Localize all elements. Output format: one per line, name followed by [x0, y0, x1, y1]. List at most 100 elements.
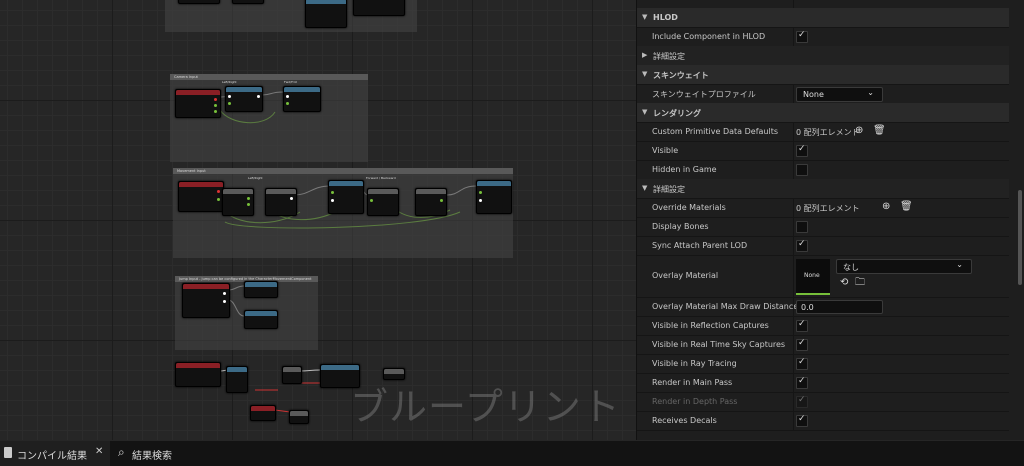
event-node[interactable] — [178, 181, 224, 212]
left-right-label: Left/Right — [222, 80, 237, 84]
trash-icon[interactable]: 🗑 — [900, 202, 913, 212]
bottom-tab-bar: コンパイル結果 ✕ ⌕ 結果検索 — [0, 440, 1024, 466]
add-element-icon[interactable]: ⊕ — [855, 126, 863, 136]
function-node[interactable] — [283, 86, 321, 112]
collapse-arrow-icon[interactable]: ▼ — [642, 13, 647, 21]
section-title: レンダリング — [653, 109, 701, 118]
collapse-arrow-icon[interactable]: ▼ — [642, 70, 647, 78]
visible-in-real-time-sky-captures-checkbox[interactable] — [796, 338, 808, 351]
function-node[interactable] — [367, 188, 399, 216]
prop-label: Visible in Ray Tracing — [652, 359, 737, 368]
add-element-icon[interactable]: ⊕ — [882, 202, 890, 212]
function-node[interactable] — [328, 180, 364, 214]
prop-visible-in-reflection-captures: Visible in Reflection Captures — [637, 316, 1009, 336]
prop-visible-in-ray-tracing: Visible in Ray Tracing — [637, 354, 1009, 374]
visible-in-reflection-captures-checkbox[interactable] — [796, 319, 808, 332]
blueprint-graph[interactable]: Camera Input Left/Right Fwd/Frnt Movemen… — [0, 0, 636, 440]
function-node[interactable] — [476, 180, 512, 214]
details-scrollbar[interactable] — [1018, 190, 1022, 285]
browse-folder-icon[interactable]: 🗀 — [855, 278, 865, 288]
graph-node[interactable] — [353, 0, 405, 16]
prop-label: Override Materials — [652, 203, 726, 212]
prop-label: Overlay Material — [652, 271, 719, 280]
event-node[interactable] — [175, 362, 221, 387]
render-in-depth-pass-checkbox — [796, 395, 808, 408]
trash-icon[interactable]: 🗑 — [873, 126, 886, 136]
event-node[interactable] — [182, 283, 230, 318]
prop-hidden-in-game: Hidden in Game — [637, 160, 1009, 180]
prop-label: Sync Attach Parent LOD — [652, 241, 748, 250]
visible-checkbox[interactable] — [796, 144, 808, 157]
prop-label: Visible in Reflection Captures — [652, 321, 769, 330]
chevron-down-icon: ⌄ — [867, 88, 874, 97]
prop-label: Display Bones — [652, 222, 709, 231]
prop-custom-primitive-data-defaults: Custom Primitive Data Defaults 0 配列エレメント… — [637, 122, 1009, 142]
overlay-material-dropdown[interactable]: なし ⌄ — [836, 259, 972, 274]
dropdown-value: なし — [843, 263, 859, 272]
collapse-arrow-icon[interactable]: ▼ — [642, 184, 647, 192]
details-panel[interactable]: ▼ HLOD Include Component in HLOD ▶ 詳細設定 … — [636, 0, 1024, 440]
prop-label: スキンウェイトプロファイル — [652, 90, 756, 99]
section-hlod-advanced[interactable]: ▶ 詳細設定 — [637, 46, 1009, 66]
prop-skin-weight-profile: スキンウェイトプロファイル None ⌄ — [637, 84, 1009, 104]
section-rendering-advanced[interactable]: ▼ 詳細設定 — [637, 179, 1009, 199]
function-node[interactable] — [244, 310, 278, 329]
chevron-down-icon: ⌄ — [956, 260, 963, 269]
graph-node[interactable] — [232, 0, 264, 4]
function-node[interactable] — [244, 281, 278, 298]
blueprint-watermark: ブループリント — [350, 385, 621, 429]
prop-label: Visible — [652, 146, 679, 155]
max-draw-distance-input[interactable]: 0.0 — [796, 300, 883, 314]
prop-visible-in-real-time-sky-captures: Visible in Real Time Sky Captures — [637, 335, 1009, 355]
tab-compile-results[interactable]: コンパイル結果 ✕ — [0, 441, 110, 466]
prop-include-component-in-hlod: Include Component in HLOD — [637, 27, 1009, 47]
receives-decals-checkbox[interactable] — [796, 414, 808, 427]
use-selected-asset-icon[interactable]: ⟲ — [840, 278, 848, 288]
prop-override-materials: Override Materials 0 配列エレメント ⊕ 🗑 — [637, 198, 1009, 218]
array-count: 0 配列エレメント — [796, 204, 860, 213]
tab-label: コンパイル結果 — [17, 451, 87, 462]
input-value: 0.0 — [801, 303, 814, 312]
hidden-in-game-checkbox[interactable] — [796, 164, 808, 176]
close-icon[interactable]: ✕ — [95, 446, 103, 457]
dropdown-value: None — [803, 90, 824, 99]
skin-weight-profile-dropdown[interactable]: None ⌄ — [796, 87, 883, 102]
include-component-in-hlod-checkbox[interactable] — [796, 30, 808, 43]
section-title: 詳細設定 — [653, 52, 685, 61]
left-right-label: Left/Right — [248, 176, 263, 180]
section-title: HLOD — [653, 13, 678, 22]
prop-label: Include Component in HLOD — [652, 32, 766, 41]
function-node[interactable] — [225, 86, 263, 112]
prop-receives-decals: Receives Decals — [637, 411, 1009, 431]
function-node[interactable] — [226, 366, 248, 393]
graph-node[interactable] — [178, 0, 220, 4]
camera-input-comment[interactable]: Camera Input — [170, 74, 368, 162]
event-node[interactable] — [175, 89, 221, 118]
render-in-main-pass-checkbox[interactable] — [796, 376, 808, 389]
prop-label: Overlay Material Max Draw Distance — [652, 302, 799, 311]
function-node[interactable] — [265, 188, 297, 216]
expand-arrow-icon[interactable]: ▶ — [642, 51, 647, 59]
overlay-material-thumbnail[interactable]: None — [796, 259, 830, 295]
function-node[interactable] — [415, 188, 447, 216]
function-node[interactable] — [282, 366, 302, 384]
section-skin-weight[interactable]: ▼ スキンウェイト — [637, 65, 1009, 85]
collapse-arrow-icon[interactable]: ▼ — [642, 108, 647, 116]
prop-overlay-material: Overlay Material None なし ⌄ ⟲ 🗀 — [637, 255, 1009, 298]
prop-label: Visible in Real Time Sky Captures — [652, 340, 786, 349]
prop-visible: Visible — [637, 141, 1009, 161]
function-node[interactable] — [250, 405, 276, 421]
function-node[interactable] — [289, 410, 309, 424]
comment-title: Movement Input — [177, 169, 206, 173]
visible-in-ray-tracing-checkbox[interactable] — [796, 357, 808, 370]
function-node[interactable] — [222, 188, 254, 216]
prop-label: Render in Depth Pass — [652, 397, 738, 406]
tab-label: 結果検索 — [132, 451, 172, 462]
graph-node[interactable] — [305, 0, 347, 28]
sync-attach-parent-lod-checkbox[interactable] — [796, 239, 808, 252]
prop-label: Custom Primitive Data Defaults — [652, 127, 779, 136]
section-rendering[interactable]: ▼ レンダリング — [637, 103, 1009, 123]
section-hlod[interactable]: ▼ HLOD — [637, 8, 1009, 28]
display-bones-checkbox[interactable] — [796, 221, 808, 233]
prop-label: Render in Main Pass — [652, 378, 733, 387]
